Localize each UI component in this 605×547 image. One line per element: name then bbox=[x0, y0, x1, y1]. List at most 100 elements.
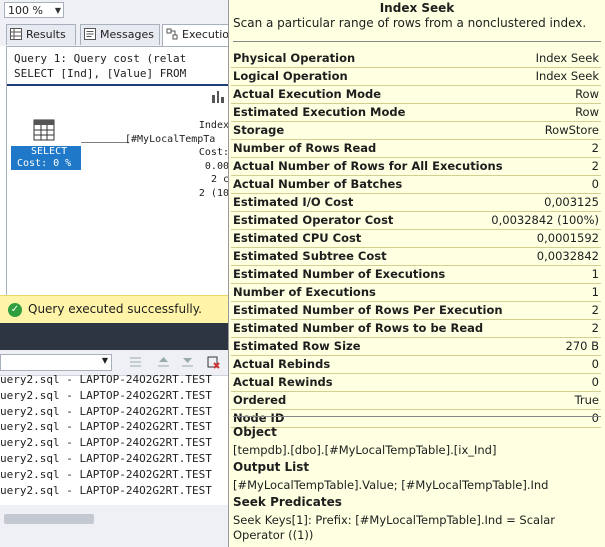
object-heading: Object bbox=[233, 425, 277, 439]
select-node-cost: Cost: 0 % bbox=[17, 158, 72, 169]
property-row: Logical Operation Index Seek bbox=[231, 68, 601, 86]
query-text-line: SELECT [Ind], [Value] FROM bbox=[14, 67, 187, 80]
output-window-header bbox=[0, 323, 228, 350]
property-row: Physical Operation Index Seek bbox=[231, 50, 601, 68]
zoom-dropdown[interactable]: 100 % ▼ bbox=[4, 2, 64, 18]
list-item: uery2.sql - LAPTOP-24O2G2RT.TEST bbox=[0, 483, 212, 497]
property-value: 2 bbox=[591, 321, 599, 335]
property-label: Node ID bbox=[233, 411, 285, 425]
property-label: Estimated Subtree Cost bbox=[233, 249, 387, 263]
property-value: 0 bbox=[591, 357, 599, 371]
tooltip-divider bbox=[233, 41, 601, 42]
property-value: 0 bbox=[591, 375, 599, 389]
success-check-icon: ✓ bbox=[8, 303, 22, 317]
query-cost-line: Query 1: Query cost (relat bbox=[14, 52, 187, 65]
operator-properties-tooltip: Index Seek Scan a particular range of ro… bbox=[228, 0, 605, 547]
property-label: Estimated I/O Cost bbox=[233, 195, 354, 209]
property-row: Actual Number of Rows for All Executions… bbox=[231, 158, 601, 176]
tooltip-title: Index Seek bbox=[379, 1, 455, 15]
property-row: Estimated CPU Cost 0,0001592 bbox=[231, 230, 601, 248]
results-tabs: Results Messages Executio bbox=[0, 22, 232, 46]
chevron-down-icon: ▼ bbox=[54, 6, 61, 15]
select-operator-icon[interactable] bbox=[33, 119, 55, 141]
chevron-down-icon: ▼ bbox=[101, 356, 108, 365]
seek-node-line: 2 c bbox=[210, 174, 229, 185]
object-value: [tempdb].[dbo].[#MyLocalTempTable].[ix_I… bbox=[233, 443, 497, 457]
tab-label: Results bbox=[26, 28, 66, 41]
property-row: Number of Executions 1 bbox=[231, 284, 601, 302]
property-label: Logical Operation bbox=[233, 69, 348, 83]
property-row: Estimated Number of Rows to be Read 2 bbox=[231, 320, 601, 338]
property-label: Actual Execution Mode bbox=[233, 87, 382, 101]
property-row: Actual Number of Batches 0 bbox=[231, 176, 601, 194]
property-label: Estimated Number of Executions bbox=[233, 267, 446, 281]
property-row: Storage RowStore bbox=[231, 122, 601, 140]
clear-all-icon[interactable] bbox=[206, 355, 221, 369]
property-row: Ordered True bbox=[231, 392, 601, 410]
property-label: Number of Rows Read bbox=[233, 141, 377, 155]
property-value: Row bbox=[575, 87, 599, 101]
property-value: Index Seek bbox=[535, 69, 599, 83]
output-scroll-area bbox=[0, 505, 228, 547]
property-row: Number of Rows Read 2 bbox=[231, 140, 601, 158]
status-text: Query executed successfully. bbox=[28, 302, 202, 316]
property-value: 1 bbox=[591, 267, 599, 281]
list-item: uery2.sql - LAPTOP-24O2G2RT.TEST bbox=[0, 451, 212, 465]
tab-label: Executio bbox=[182, 28, 230, 41]
tooltip-properties: Physical Operation Index Seek Logical Ope… bbox=[229, 50, 605, 428]
property-value: 2 bbox=[591, 141, 599, 155]
property-row: Estimated Execution Mode Row bbox=[231, 104, 601, 122]
property-row: Estimated Operator Cost 0,0032842 (100%) bbox=[231, 212, 601, 230]
output-source-dropdown[interactable]: ▼ bbox=[0, 354, 112, 371]
tab-label: Messages bbox=[100, 28, 154, 41]
property-label: Estimated Row Size bbox=[233, 339, 361, 353]
property-row: Actual Execution Mode Row bbox=[231, 86, 601, 104]
property-value: 1 bbox=[591, 285, 599, 299]
property-label: Actual Rebinds bbox=[233, 357, 331, 371]
tab-results[interactable]: Results bbox=[6, 24, 76, 45]
property-row: Estimated Subtree Cost 0,0032842 bbox=[231, 248, 601, 266]
tab-messages[interactable]: Messages bbox=[80, 24, 160, 45]
property-label: Ordered bbox=[233, 393, 287, 407]
property-label: Estimated CPU Cost bbox=[233, 231, 362, 245]
property-label: Estimated Number of Rows to be Read bbox=[233, 321, 484, 335]
execution-plan-pane: Query 1: Query cost (relat SELECT [Ind],… bbox=[6, 46, 230, 295]
property-value: Row bbox=[575, 105, 599, 119]
property-value: 0,003125 bbox=[544, 195, 599, 209]
plan-node-icon bbox=[212, 91, 224, 103]
property-label: Number of Executions bbox=[233, 285, 376, 299]
property-row: Estimated Number of Executions 1 bbox=[231, 266, 601, 284]
go-to-previous-icon[interactable] bbox=[128, 355, 143, 369]
tooltip-description: Scan a particular range of rows from a n… bbox=[233, 16, 587, 30]
list-item: uery2.sql - LAPTOP-24O2G2RT.TEST bbox=[0, 373, 212, 386]
output-log: uery2.sql - LAPTOP-24O2G2RT.TEST uery2.s… bbox=[0, 372, 228, 498]
property-value: 270 B bbox=[565, 339, 600, 353]
property-label: Estimated Number of Rows Per Execution bbox=[233, 303, 503, 317]
tab-execution-plan[interactable]: Executio bbox=[162, 24, 232, 46]
property-label: Actual Number of Batches bbox=[233, 177, 403, 191]
query-separator bbox=[7, 84, 229, 86]
property-row: Actual Rebinds 0 bbox=[231, 356, 601, 374]
property-row: Estimated I/O Cost 0,003125 bbox=[231, 194, 601, 212]
select-operator-node[interactable]: SELECT Cost: 0 % bbox=[11, 146, 81, 170]
seek-node-line: 2 (10 bbox=[198, 187, 229, 199]
list-item: uery2.sql - LAPTOP-24O2G2RT.TEST bbox=[0, 436, 212, 450]
move-down-icon[interactable] bbox=[180, 355, 195, 369]
list-item: uery2.sql - LAPTOP-24O2G2RT.TEST bbox=[0, 388, 212, 402]
zoom-value: 100 % bbox=[8, 4, 43, 17]
property-row: Node ID 0 bbox=[231, 410, 601, 428]
seek-predicates-heading: Seek Predicates bbox=[233, 495, 342, 509]
move-up-icon[interactable] bbox=[156, 355, 171, 369]
seek-node-line: Cost: bbox=[198, 147, 229, 158]
property-row: Estimated Row Size 270 B bbox=[231, 338, 601, 356]
property-value: True bbox=[574, 393, 599, 407]
property-label: Actual Rewinds bbox=[233, 375, 333, 389]
property-value: RowStore bbox=[544, 123, 599, 137]
property-label: Estimated Operator Cost bbox=[233, 213, 394, 227]
property-value: 2 bbox=[591, 303, 599, 317]
property-value: 0 bbox=[591, 411, 599, 425]
output-list-heading: Output List bbox=[233, 460, 310, 474]
horizontal-scrollbar[interactable] bbox=[4, 514, 94, 524]
property-row: Estimated Number of Rows Per Execution 2 bbox=[231, 302, 601, 320]
property-value: 0 bbox=[591, 177, 599, 191]
